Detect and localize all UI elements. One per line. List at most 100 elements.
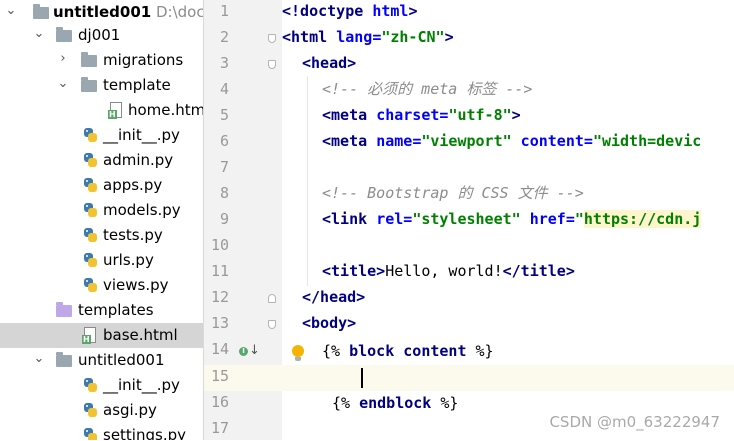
tree-row-asgi-py[interactable]: asgi.py xyxy=(0,398,203,423)
code-token: %} xyxy=(466,342,494,360)
code-token: <meta xyxy=(322,106,377,124)
line-number: 11 xyxy=(210,262,229,280)
code-url-link[interactable]: https://cdn.j xyxy=(583,210,702,228)
tree-row-admin-py[interactable]: admin.py xyxy=(0,148,203,173)
line-number: 13 xyxy=(210,314,229,332)
tree-row-home-htm[interactable]: H home.htm xyxy=(0,98,203,123)
line-number: 10 xyxy=(210,236,229,254)
tree-row-migrations[interactable]: › migrations xyxy=(0,48,203,73)
tree-row-dj001[interactable]: ⌄ dj001 xyxy=(0,23,203,48)
line-number: 5 xyxy=(219,106,229,124)
tree-row-apps-py[interactable]: apps.py xyxy=(0,173,203,198)
line-number: 3 xyxy=(219,54,229,72)
fold-marker-icon[interactable] xyxy=(268,294,276,303)
tree-row-models-py[interactable]: models.py xyxy=(0,198,203,223)
tree-row-tests-py[interactable]: tests.py xyxy=(0,223,203,248)
code-token: = xyxy=(412,132,422,150)
code-line-14: {% block content %} xyxy=(322,338,494,364)
line-number: 4 xyxy=(219,80,229,98)
line-number: 17 xyxy=(210,419,229,437)
chevron-down-icon[interactable]: ⌄ xyxy=(33,26,45,44)
tree-row-root[interactable]: ⌄ untitled001 D:\docu xyxy=(0,0,203,25)
implemented-marker-icon[interactable]: I ↓ xyxy=(239,343,260,360)
python-file-icon xyxy=(83,228,98,243)
code-token: = xyxy=(372,28,382,46)
tree-item-label: models.py xyxy=(103,201,181,219)
tree-item-label: untitled001 xyxy=(78,351,165,369)
code-token: name xyxy=(376,132,413,150)
python-file-icon xyxy=(83,253,98,268)
chevron-down-icon[interactable]: ⌄ xyxy=(5,3,17,21)
code-token: <head> xyxy=(302,54,357,72)
tree-item-label: admin.py xyxy=(103,151,174,169)
code-token: Hello, world! xyxy=(385,262,503,280)
indent-guide xyxy=(307,76,308,286)
folder-icon xyxy=(56,352,72,367)
line-number: 8 xyxy=(219,184,229,202)
tree-item-label: tests.py xyxy=(103,226,163,244)
folder-icon xyxy=(56,27,72,42)
code-token: endblock xyxy=(359,394,432,412)
code-token: <link xyxy=(322,210,377,228)
tree-row-template[interactable]: ⌄ template xyxy=(0,73,203,98)
line-number: 14 xyxy=(210,340,229,358)
code-token: "zh-CN" xyxy=(381,28,445,46)
tree-root-path: D:\docu xyxy=(155,3,203,21)
fold-marker-icon[interactable] xyxy=(268,60,276,69)
tree-item-label: dj001 xyxy=(78,26,121,44)
tree-item-label: views.py xyxy=(103,276,169,294)
code-token: href xyxy=(520,210,566,228)
line-number: 16 xyxy=(210,393,229,411)
tree-item-label: home.htm xyxy=(128,101,203,119)
code-token: "utf-8" xyxy=(448,106,512,124)
code-line-8: <!-- Bootstrap 的 CSS 文件 --> xyxy=(322,180,584,206)
current-line-highlight xyxy=(204,365,734,391)
code-token: <meta xyxy=(322,132,377,150)
python-file-icon xyxy=(83,203,98,218)
tree-row-base-html[interactable]: H base.html xyxy=(0,323,203,348)
line-number-current: 15 xyxy=(210,367,229,385)
tree-item-label: templates xyxy=(78,301,154,319)
line-number: 9 xyxy=(219,210,229,228)
code-line-4: <!-- 必须的 meta 标签 --> xyxy=(322,76,532,102)
chevron-right-icon[interactable]: › xyxy=(57,51,69,69)
python-file-icon xyxy=(83,153,98,168)
code-token: content xyxy=(511,132,584,150)
tree-item-label: migrations xyxy=(103,51,184,69)
code-token: > xyxy=(408,2,418,20)
code-token: > xyxy=(444,28,454,46)
code-line-1: <!doctype html> xyxy=(282,0,417,24)
chevron-down-icon[interactable]: ⌄ xyxy=(33,351,45,369)
code-token: charset xyxy=(376,106,440,124)
fold-marker-icon[interactable] xyxy=(268,34,276,43)
tree-row-init-py[interactable]: __init__.py xyxy=(0,123,203,148)
code-token: html xyxy=(372,2,409,20)
code-token: %} xyxy=(431,394,459,412)
tree-row-urls-py[interactable]: urls.py xyxy=(0,248,203,273)
python-file-icon xyxy=(83,378,98,393)
tree-row-init-py-2[interactable]: __init__.py xyxy=(0,373,203,398)
code-token: "stylesheet" xyxy=(412,210,521,228)
code-token: " xyxy=(574,210,584,228)
code-line-5: <meta charset="utf-8"> xyxy=(322,102,521,128)
tree-row-views-py[interactable]: views.py xyxy=(0,273,203,298)
folder-icon xyxy=(81,77,97,92)
folder-icon xyxy=(56,302,72,317)
tree-row-settings-py[interactable]: settings.py xyxy=(0,423,203,440)
code-token: <!doctype xyxy=(282,2,373,20)
chevron-down-icon[interactable]: ⌄ xyxy=(57,76,69,94)
html-file-icon: H xyxy=(82,327,96,344)
code-line-9: <link rel="stylesheet" href="https://cdn… xyxy=(322,206,702,232)
python-file-icon xyxy=(83,428,98,440)
code-token: <body> xyxy=(302,314,357,332)
tree-item-label: apps.py xyxy=(103,176,163,194)
tree-row-templates[interactable]: templates xyxy=(0,298,203,323)
code-line-12: </head> xyxy=(302,284,365,310)
code-comment: <!-- Bootstrap 的 CSS 文件 --> xyxy=(322,184,584,202)
lightbulb-icon[interactable] xyxy=(291,345,305,363)
fold-marker-icon[interactable] xyxy=(268,320,276,329)
tree-item-label: asgi.py xyxy=(103,401,157,419)
code-token: > xyxy=(511,106,521,124)
python-file-icon xyxy=(83,403,98,418)
tree-row-untitled001[interactable]: ⌄ untitled001 xyxy=(0,348,203,373)
